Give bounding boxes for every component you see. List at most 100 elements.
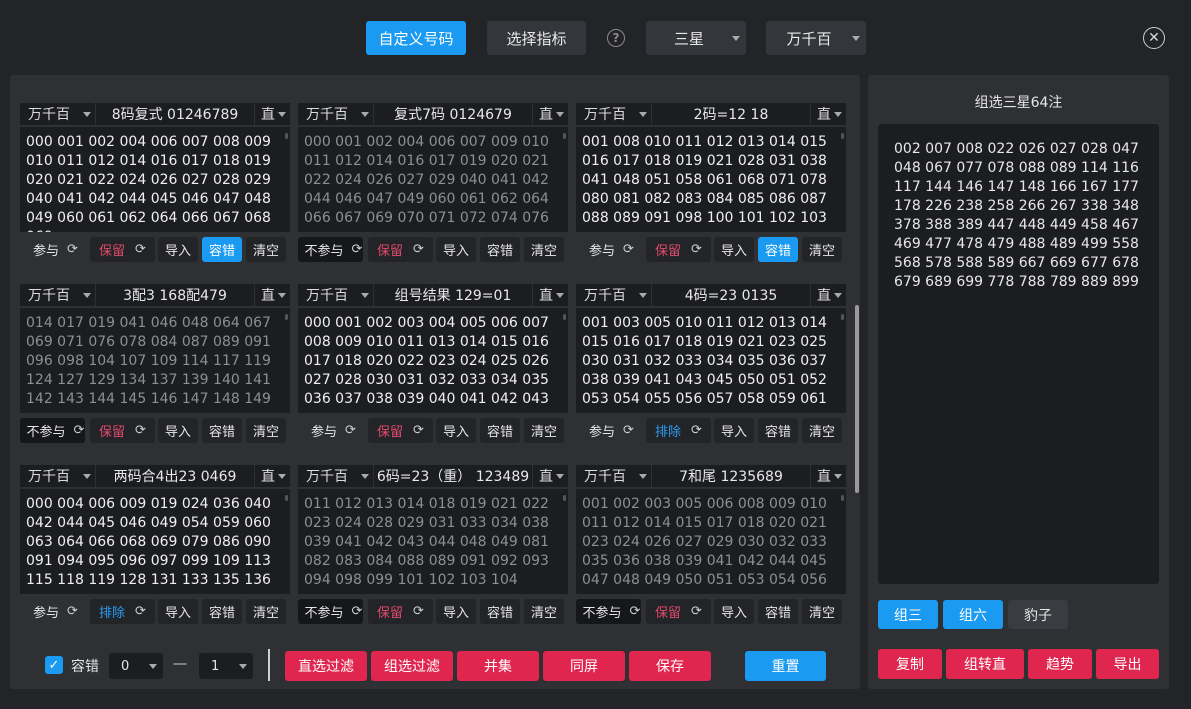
card-numbers[interactable]: 001 008 010 011 012 013 014 015 016 017 … [576,127,846,232]
card-numbers[interactable]: 001 002 003 005 006 008 009 010 011 012 … [576,489,846,594]
help-icon[interactable]: ? [607,29,625,47]
card-numbers[interactable]: 001 003 005 010 011 012 013 014 015 016 … [576,308,846,413]
tolerance-button[interactable]: 容错 [480,237,520,262]
clear-button[interactable]: 清空 [524,237,564,262]
tolerance-button[interactable]: 容错 [202,599,242,624]
scrollbar[interactable] [563,495,566,501]
import-button[interactable]: 导入 [714,237,754,262]
import-button[interactable]: 导入 [714,599,754,624]
save-button[interactable]: 保存 [629,651,711,681]
import-button[interactable]: 导入 [436,418,476,443]
position-select[interactable]: 万千百 [766,21,866,55]
card-direct-select[interactable]: 直 [532,103,568,125]
keep-toggle[interactable]: 保留 ⟳ [90,418,155,443]
trend-button[interactable]: 趋势 [1028,649,1092,679]
scrollbar[interactable] [285,133,288,139]
keep-toggle[interactable]: 排除 ⟳ [646,418,711,443]
card-numbers[interactable]: 000 001 002 004 006 007 009 010 011 012 … [298,127,568,232]
participate-toggle[interactable]: 不参与 ⟳ [20,418,85,443]
tolerance-button[interactable]: 容错 [202,237,242,262]
scrollbar[interactable] [841,133,844,139]
clear-button[interactable]: 清空 [524,599,564,624]
card-direct-select[interactable]: 直 [810,103,846,125]
card-direct-select[interactable]: 直 [254,103,290,125]
tolerance-button[interactable]: 容错 [480,418,520,443]
keep-toggle[interactable]: 保留 ⟳ [368,599,433,624]
import-button[interactable]: 导入 [714,418,754,443]
card-numbers[interactable]: 000 001 002 003 004 005 006 007 008 009 … [298,308,568,413]
reset-button[interactable]: 重置 [745,651,826,681]
participate-toggle[interactable]: 不参与 ⟳ [576,599,641,624]
participate-toggle[interactable]: 参与 ⟳ [20,237,85,262]
tolerance-from-select[interactable]: 0 [109,653,163,679]
scrollbar[interactable] [285,314,288,320]
import-button[interactable]: 导入 [158,418,198,443]
scrollbar[interactable] [563,133,566,139]
copy-button[interactable]: 复制 [878,649,942,679]
card-numbers[interactable]: 014 017 019 041 046 048 064 067 069 071 … [20,308,290,413]
participate-toggle[interactable]: 不参与 ⟳ [298,599,363,624]
leopard-button[interactable]: 豹子 [1008,600,1068,629]
tolerance-button[interactable]: 容错 [758,599,798,624]
card-direct-select[interactable]: 直 [810,465,846,487]
result-numbers[interactable]: 002 007 008 022 026 027 028 047 048 067 … [878,124,1159,584]
select-indicator-button[interactable]: 选择指标 [487,21,586,55]
keep-toggle[interactable]: 保留 ⟳ [646,237,711,262]
card-position-select[interactable]: 万千百 [576,284,652,306]
card-direct-select[interactable]: 直 [810,284,846,306]
card-numbers[interactable]: 000 001 002 004 006 007 008 009 010 011 … [20,127,290,232]
clear-button[interactable]: 清空 [802,599,842,624]
import-button[interactable]: 导入 [158,237,198,262]
card-position-select[interactable]: 万千百 [20,103,96,125]
tolerance-button[interactable]: 容错 [758,237,798,262]
card-position-select[interactable]: 万千百 [298,103,374,125]
group6-button[interactable]: 组六 [943,600,1003,629]
card-direct-select[interactable]: 直 [254,465,290,487]
card-position-select[interactable]: 万千百 [576,465,652,487]
scrollbar[interactable] [841,314,844,320]
keep-toggle[interactable]: 保留 ⟳ [368,418,433,443]
participate-toggle[interactable]: 不参与 ⟳ [298,237,363,262]
tolerance-to-select[interactable]: 1 [199,653,253,679]
tolerance-button[interactable]: 容错 [480,599,520,624]
clear-button[interactable]: 清空 [802,418,842,443]
tolerance-button[interactable]: 容错 [758,418,798,443]
clear-button[interactable]: 清空 [802,237,842,262]
export-button[interactable]: 导出 [1096,649,1159,679]
card-numbers[interactable]: 011 012 013 014 018 019 021 022 023 024 … [298,489,568,594]
clear-button[interactable]: 清空 [246,599,286,624]
scrollbar[interactable] [841,495,844,501]
card-position-select[interactable]: 万千百 [576,103,652,125]
import-button[interactable]: 导入 [436,599,476,624]
card-position-select[interactable]: 万千百 [298,284,374,306]
participate-toggle[interactable]: 参与 ⟳ [576,237,641,262]
clear-button[interactable]: 清空 [524,418,564,443]
union-button[interactable]: 并集 [457,651,539,681]
card-direct-select[interactable]: 直 [254,284,290,306]
card-position-select[interactable]: 万千百 [20,284,96,306]
group-to-direct-button[interactable]: 组转直 [946,649,1024,679]
keep-toggle[interactable]: 排除 ⟳ [90,599,155,624]
tolerance-button[interactable]: 容错 [202,418,242,443]
tolerance-checkbox[interactable]: ✓ [45,656,63,674]
card-numbers[interactable]: 000 004 006 009 019 024 036 040 042 044 … [20,489,290,594]
same-screen-button[interactable]: 同屏 [543,651,625,681]
import-button[interactable]: 导入 [158,599,198,624]
custom-code-button[interactable]: 自定义号码 [366,21,466,55]
direct-filter-button[interactable]: 直选过滤 [285,651,367,681]
card-direct-select[interactable]: 直 [532,284,568,306]
participate-toggle[interactable]: 参与 ⟳ [20,599,85,624]
close-icon[interactable]: ✕ [1143,27,1165,49]
clear-button[interactable]: 清空 [246,237,286,262]
keep-toggle[interactable]: 保留 ⟳ [646,599,711,624]
import-button[interactable]: 导入 [436,237,476,262]
keep-toggle[interactable]: 保留 ⟳ [90,237,155,262]
card-position-select[interactable]: 万千百 [20,465,96,487]
clear-button[interactable]: 清空 [246,418,286,443]
star-select[interactable]: 三星 [646,21,746,55]
scrollbar[interactable] [563,314,566,320]
keep-toggle[interactable]: 保留 ⟳ [368,237,433,262]
group3-button[interactable]: 组三 [878,600,938,629]
participate-toggle[interactable]: 参与 ⟳ [576,418,641,443]
card-position-select[interactable]: 万千百 [298,465,374,487]
